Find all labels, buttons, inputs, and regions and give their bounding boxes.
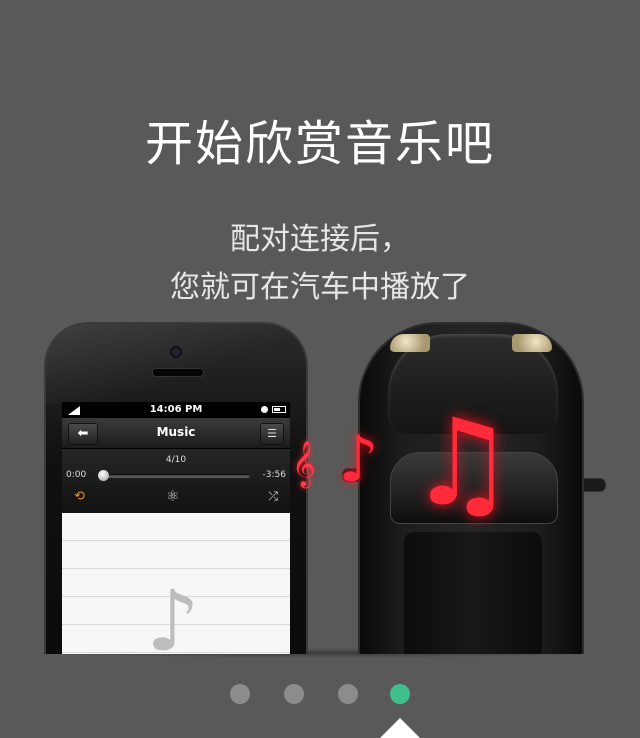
page-title: 开始欣赏音乐吧 bbox=[144, 116, 495, 172]
repeat-icon: ⟲ bbox=[74, 489, 85, 504]
car-headlight-right bbox=[512, 334, 552, 352]
progress-knob bbox=[98, 470, 109, 481]
description-line-2: 您就可在汽车中播放了 bbox=[170, 270, 470, 305]
status-time: 14:06 PM bbox=[149, 404, 203, 415]
eighth-note-icon: ♪ bbox=[338, 423, 379, 497]
page-dot-1[interactable] bbox=[230, 684, 250, 704]
progress-track bbox=[102, 474, 250, 478]
page-dot-4[interactable] bbox=[390, 684, 410, 704]
alarm-icon bbox=[261, 406, 268, 413]
phone-camera bbox=[172, 348, 180, 356]
music-note-icon: ♪ bbox=[146, 572, 200, 654]
pointer-arrow bbox=[380, 718, 420, 738]
music-nav-bar: ⬅ Music ☰ bbox=[62, 418, 290, 449]
battery-icon bbox=[272, 406, 286, 413]
page-indicator bbox=[0, 682, 640, 706]
car-roof bbox=[404, 532, 542, 654]
player-controls: 4/10 0:00 -3:56 ⟲ ⚛ ⤮ bbox=[62, 449, 290, 513]
album-artwork: ♪ bbox=[62, 513, 290, 654]
car-headlight-left bbox=[390, 334, 430, 352]
phone-illustration: 14:06 PM ⬅ Music ☰ 4/10 0:00 -3:56 ⟲ ⚛ ⤮… bbox=[44, 322, 308, 654]
genius-icon: ⚛ bbox=[166, 487, 180, 505]
description-line-1: 配对连接后， bbox=[230, 222, 410, 257]
phone-screen: 14:06 PM ⬅ Music ☰ 4/10 0:00 -3:56 ⟲ ⚛ ⤮… bbox=[62, 402, 290, 654]
phone-speaker bbox=[152, 368, 204, 377]
phone-status-bar: 14:06 PM bbox=[62, 402, 290, 418]
list-button: ☰ bbox=[260, 423, 284, 445]
music-nav-title: Music bbox=[156, 425, 196, 439]
treble-clef-icon: 𝄞 bbox=[292, 441, 316, 487]
phone-glare bbox=[46, 324, 306, 404]
page-dot-3[interactable] bbox=[338, 684, 358, 704]
time-elapsed: 0:00 bbox=[66, 470, 87, 480]
time-remaining: -3:56 bbox=[262, 470, 286, 480]
beamed-notes-icon: ♫ bbox=[408, 394, 516, 533]
page-dot-2[interactable] bbox=[284, 684, 304, 704]
list-icon: ☰ bbox=[267, 427, 277, 440]
shuffle-icon: ⤮ bbox=[268, 489, 278, 503]
track-count: 4/10 bbox=[165, 455, 187, 465]
